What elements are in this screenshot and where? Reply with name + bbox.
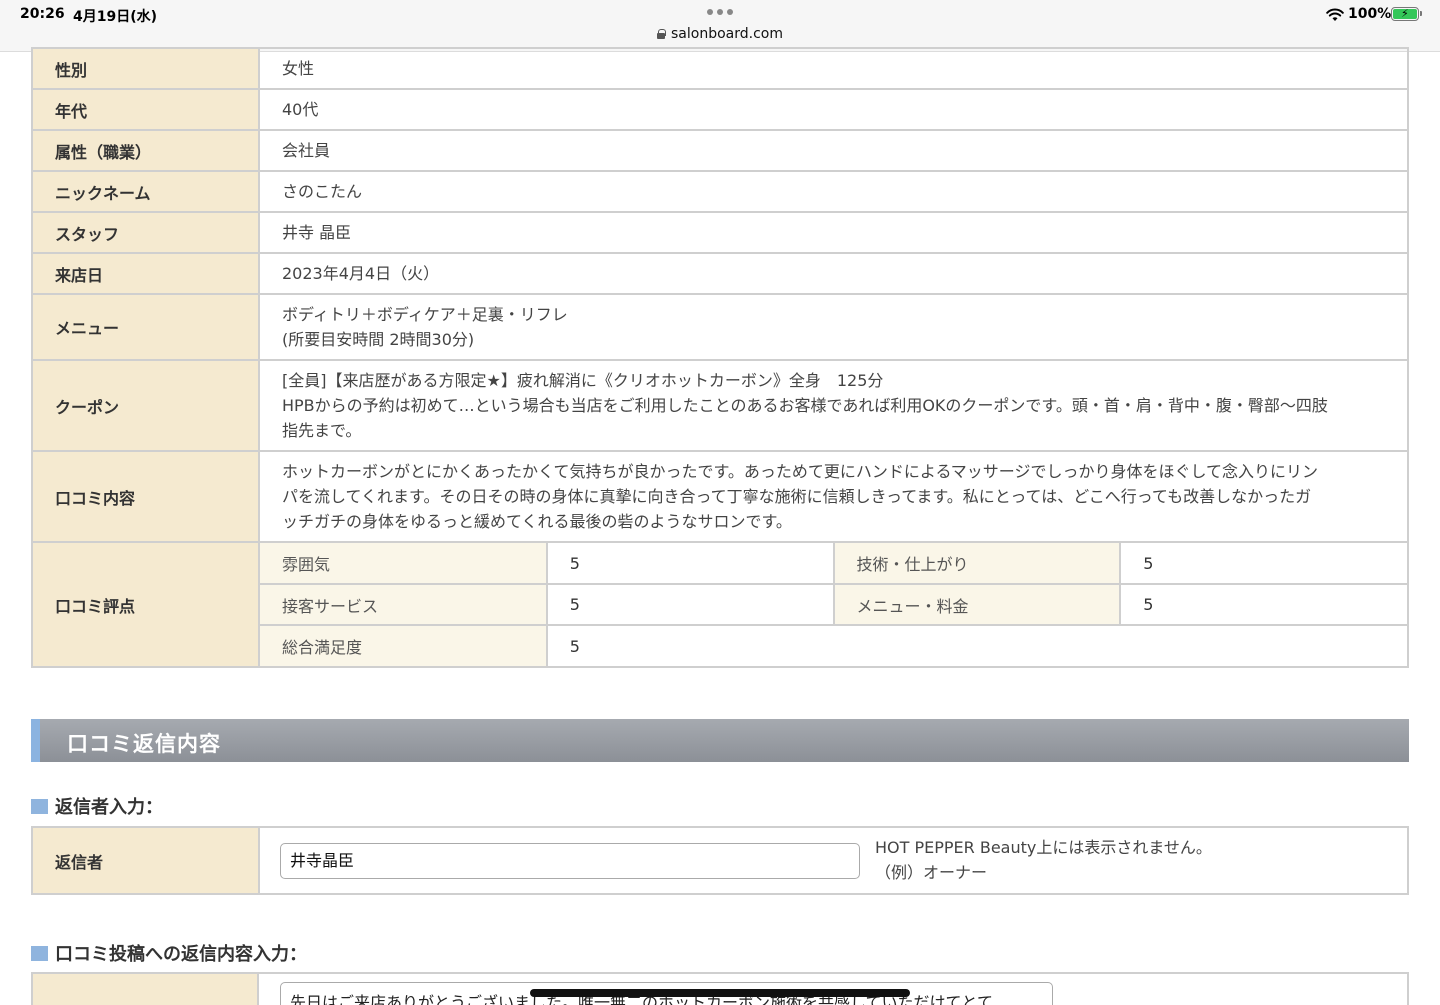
- coupon-title: [全員]【来店歴がある方限定★】疲れ解消に《クリオホットカーボン》全身 125分: [282, 371, 884, 390]
- table-row-menu: メニュー ボディトリ＋ボディケア＋足裏・リフレ (所要目安時間 2時間30分): [31, 293, 1409, 361]
- status-date: 4月19日(水): [73, 9, 158, 25]
- reply-content-heading: 口コミ投稿への返信内容入力：: [31, 940, 307, 966]
- table-row-scores: 口コミ評点 雰囲気 5 技術・仕上がり 5 接客サービス 5 メニュー・料金 5…: [31, 541, 1409, 668]
- reply-section-header: 口コミ返信内容: [31, 719, 1409, 762]
- table-row: ニックネーム さのこたん: [31, 170, 1409, 213]
- wifi-icon: [1326, 8, 1344, 21]
- comment-line: ホットカーボンがとにかくあったかくて気持ちが良かったです。あっためて更にハンドに…: [282, 462, 1319, 481]
- review-detail-table: 性別 女性 年代 40代 属性（職業） 会社員 ニックネーム さのこたん スタッ…: [31, 47, 1409, 668]
- menu-name: ボディトリ＋ボディケア＋足裏・リフレ: [282, 305, 568, 324]
- square-bullet-icon: [31, 799, 48, 814]
- coupon-desc-line: HPBからの予約は初めて…という場合も当店をご利用したことのあるお客様であれば利…: [282, 396, 1328, 415]
- replier-input[interactable]: 井寺晶臣: [280, 843, 860, 879]
- replier-note: HOT PEPPER Beauty上には表示されません。 （例）オーナー: [875, 835, 1212, 885]
- battery-icon: ⚡: [1391, 7, 1422, 21]
- menu-value: ボディトリ＋ボディケア＋足裏・リフレ (所要目安時間 2時間30分): [258, 293, 1409, 361]
- table-row-coupon: クーポン [全員]【来店歴がある方限定★】疲れ解消に《クリオホットカーボン》全身…: [31, 359, 1409, 452]
- reply-content-heading-text: 口コミ投稿への返信内容入力：: [55, 944, 307, 965]
- score-label: メニュー・料金: [833, 584, 1122, 626]
- score-value: 5: [546, 543, 835, 585]
- row-label: 属性（職業）: [31, 129, 260, 172]
- lock-icon: [657, 29, 666, 39]
- score-value: 5: [569, 636, 580, 656]
- address-bar[interactable]: salonboard.com: [0, 26, 1440, 42]
- table-row: 来店日 2023年4月4日（火）: [31, 252, 1409, 295]
- coupon-value: [全員]【来店歴がある方限定★】疲れ解消に《クリオホットカーボン》全身 125分…: [258, 359, 1409, 452]
- battery-percent: 100%: [1348, 6, 1392, 22]
- replier-label: 返信者: [31, 826, 260, 895]
- table-row: 属性（職業） 会社員: [31, 129, 1409, 172]
- row-value: 女性: [258, 47, 1409, 90]
- comment-line: ッチガチの身体をゆるっと緩めてくれる最後の砦のようなサロンです。: [282, 512, 792, 531]
- url-text: salonboard.com: [671, 26, 783, 42]
- score-label: 雰囲気: [260, 543, 548, 585]
- row-label: 来店日: [31, 252, 260, 295]
- row-label: スタッフ: [31, 211, 260, 254]
- row-label: ニックネーム: [31, 170, 260, 213]
- table-row: 性別 女性: [31, 47, 1409, 90]
- row-label: 性別: [31, 47, 260, 90]
- row-label: 口コミ内容: [31, 450, 260, 543]
- score-label: 総合満足度: [260, 625, 548, 666]
- row-label: クーポン: [31, 359, 260, 452]
- reply-section-title: 口コミ返信内容: [67, 732, 221, 756]
- table-row-comment: 口コミ内容 ホットカーボンがとにかくあったかくて気持ちが良かったです。あっためて…: [31, 450, 1409, 543]
- scores-table: 雰囲気 5 技術・仕上がり 5 接客サービス 5 メニュー・料金 5 総合満足度…: [260, 543, 1407, 666]
- status-time: 20:26: [20, 6, 65, 22]
- comment-line: パを流してくれます。その日その時の身体に真摯に向き合って丁寧な施術に信頼しきって…: [282, 487, 1312, 506]
- score-value: 5: [1120, 584, 1407, 626]
- row-value: 井寺 晶臣: [258, 211, 1409, 254]
- score-label: 技術・仕上がり: [833, 543, 1122, 585]
- scores-cell: 雰囲気 5 技術・仕上がり 5 接客サービス 5 メニュー・料金 5 総合満足度…: [258, 541, 1409, 668]
- row-value: 会社員: [258, 129, 1409, 172]
- score-value: 5: [1120, 543, 1407, 585]
- row-value: 40代: [258, 88, 1409, 131]
- row-label: 口コミ評点: [31, 541, 260, 668]
- row-value: 2023年4月4日（火）: [258, 252, 1409, 295]
- score-value: 5: [546, 584, 835, 626]
- table-row: 年代 40代: [31, 88, 1409, 131]
- replier-note-line: HOT PEPPER Beauty上には表示されません。: [875, 838, 1212, 857]
- replier-example: （例）オーナー: [875, 863, 988, 882]
- browser-status-bar: 20:26 4月19日(水) salonboard.com 100% ⚡: [0, 0, 1440, 52]
- redaction-mark: [530, 989, 910, 997]
- square-bullet-icon: [31, 946, 48, 961]
- comment-value: ホットカーボンがとにかくあったかくて気持ちが良かったです。あっためて更にハンドに…: [258, 450, 1409, 543]
- coupon-desc-line: 指先まで。: [282, 421, 362, 440]
- row-value: さのこたん: [258, 170, 1409, 213]
- reply-content-label-cell: [33, 974, 259, 1005]
- tab-menu-dots-icon[interactable]: [707, 9, 733, 15]
- replier-heading: 返信者入力：: [31, 793, 163, 819]
- score-label: 接客サービス: [260, 584, 548, 626]
- table-row: スタッフ 井寺 晶臣: [31, 211, 1409, 254]
- menu-duration: (所要目安時間 2時間30分): [282, 330, 475, 349]
- replier-heading-text: 返信者入力：: [55, 797, 163, 818]
- row-label: 年代: [31, 88, 260, 131]
- row-label: メニュー: [31, 293, 260, 361]
- header-accent-bar: [31, 719, 40, 762]
